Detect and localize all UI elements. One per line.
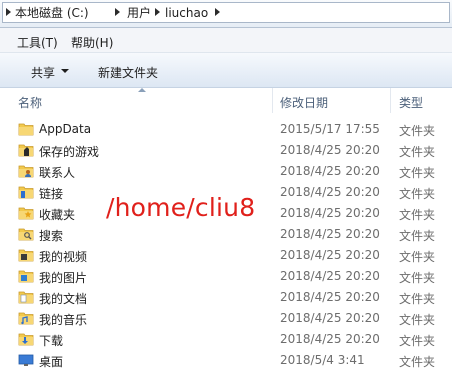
column-header: 名称 修改日期 类型: [0, 88, 452, 113]
desktop-folder-icon: [18, 354, 34, 366]
file-name: 我的音乐: [39, 313, 88, 327]
file-date: 2018/4/25 20:20: [280, 248, 380, 262]
music-folder-icon: [18, 312, 34, 325]
column-name[interactable]: 名称: [18, 94, 42, 111]
list-item[interactable]: 我的文档 2018/4/25 20:20 文件夹: [0, 287, 452, 308]
file-type: 文件夹: [399, 124, 436, 138]
column-date[interactable]: 修改日期: [280, 94, 328, 111]
file-type: 文件夹: [399, 208, 436, 222]
file-date: 2018/4/25 20:20: [280, 206, 380, 220]
list-item[interactable]: 我的音乐 2018/4/25 20:20 文件夹: [0, 308, 452, 329]
saved-games-folder-icon: [18, 144, 34, 157]
list-item[interactable]: 保存的游戏 2018/4/25 20:20 文件夹: [0, 140, 452, 161]
column-divider[interactable]: [272, 88, 273, 113]
file-date: 2018/4/25 20:20: [280, 269, 380, 283]
path-annotation: /home/cliu8: [106, 193, 256, 222]
list-item[interactable]: AppData 2015/5/17 17:55 文件夹: [0, 119, 452, 140]
pictures-folder-icon: [18, 270, 34, 283]
file-date: 2018/4/25 20:20: [280, 332, 380, 346]
share-button[interactable]: 共享: [31, 64, 55, 81]
file-name: AppData: [39, 122, 92, 136]
file-name: 搜索: [39, 229, 64, 243]
links-folder-icon: [18, 186, 34, 199]
file-name: 下载: [39, 334, 64, 348]
list-item[interactable]: 搜索 2018/4/25 20:20 文件夹: [0, 224, 452, 245]
new-folder-button[interactable]: 新建文件夹: [98, 64, 158, 81]
file-type: 文件夹: [399, 229, 436, 243]
file-date: 2018/4/25 20:20: [280, 185, 380, 199]
videos-folder-icon: [18, 249, 34, 262]
file-name: 我的文档: [39, 292, 88, 306]
menu-help[interactable]: 帮助(H): [71, 34, 113, 51]
folder-icon: [18, 123, 34, 136]
file-name: 联系人: [39, 166, 76, 180]
sort-ascending-icon: [138, 88, 146, 92]
file-date: 2018/4/25 20:20: [280, 143, 380, 157]
file-type: 文件夹: [399, 145, 436, 159]
address-bar-area: 本地磁盘 (C:) 用户 liuchao: [0, 0, 452, 28]
breadcrumb-liuchao[interactable]: liuchao: [165, 6, 208, 20]
file-type: 文件夹: [399, 355, 436, 369]
documents-folder-icon: [18, 291, 34, 304]
list-item[interactable]: 下载 2018/4/25 20:20 文件夹: [0, 329, 452, 350]
list-item[interactable]: 桌面 2018/5/4 3:41 文件夹: [0, 350, 452, 371]
file-name: 链接: [39, 187, 64, 201]
file-type: 文件夹: [399, 313, 436, 327]
breadcrumb-separator-icon[interactable]: [215, 8, 220, 16]
file-type: 文件夹: [399, 166, 436, 180]
file-date: 2018/5/4 3:41: [280, 353, 365, 367]
command-bar: 共享 新建文件夹: [0, 53, 452, 88]
menu-bar: 工具(T) 帮助(H): [0, 28, 452, 53]
downloads-folder-icon: [18, 333, 34, 346]
file-name: 保存的游戏: [39, 145, 100, 159]
list-item[interactable]: 我的图片 2018/4/25 20:20 文件夹: [0, 266, 452, 287]
file-date: 2018/4/25 20:20: [280, 227, 380, 241]
file-name: 收藏夹: [39, 208, 76, 222]
column-type[interactable]: 类型: [399, 94, 423, 111]
file-type: 文件夹: [399, 292, 436, 306]
file-name: 我的视频: [39, 250, 88, 264]
file-type: 文件夹: [399, 187, 436, 201]
file-date: 2015/5/17 17:55: [280, 122, 380, 136]
file-type: 文件夹: [399, 271, 436, 285]
breadcrumb-separator-icon[interactable]: [115, 8, 120, 16]
chevron-down-icon[interactable]: [61, 69, 69, 73]
breadcrumb-local-disk[interactable]: 本地磁盘 (C:): [15, 6, 89, 20]
list-item[interactable]: 联系人 2018/4/25 20:20 文件夹: [0, 161, 452, 182]
file-type: 文件夹: [399, 250, 436, 264]
menu-tools[interactable]: 工具(T): [17, 34, 58, 51]
list-item[interactable]: 我的视频 2018/4/25 20:20 文件夹: [0, 245, 452, 266]
searches-folder-icon: [18, 228, 34, 241]
column-divider[interactable]: [390, 88, 391, 113]
file-date: 2018/4/25 20:20: [280, 290, 380, 304]
breadcrumb-separator-icon[interactable]: [6, 8, 11, 16]
file-name: 桌面: [39, 355, 64, 369]
address-bar[interactable]: 本地磁盘 (C:) 用户 liuchao: [2, 2, 450, 23]
file-date: 2018/4/25 20:20: [280, 164, 380, 178]
breadcrumb-separator-icon[interactable]: [155, 8, 160, 16]
file-date: 2018/4/25 20:20: [280, 311, 380, 325]
file-name: 我的图片: [39, 271, 88, 285]
breadcrumb-users[interactable]: 用户: [127, 6, 151, 20]
file-type: 文件夹: [399, 334, 436, 348]
favorites-folder-icon: [18, 207, 34, 220]
contacts-folder-icon: [18, 165, 34, 178]
